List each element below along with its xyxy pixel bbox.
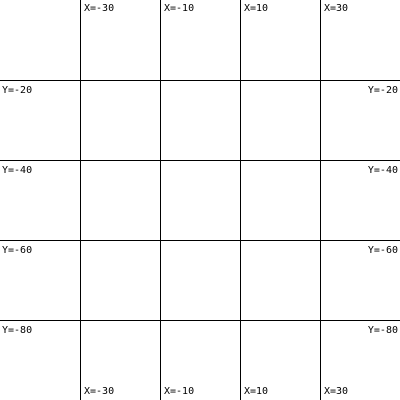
x-label-bottom: X=10 <box>244 386 269 397</box>
grid-line-horizontal <box>0 80 400 81</box>
y-label-right: Y=-40 <box>367 165 398 176</box>
y-label-right: Y=-80 <box>367 325 398 336</box>
y-label-right: Y=-60 <box>367 245 398 256</box>
x-label-top: X=-30 <box>84 3 115 14</box>
x-label-top: X=30 <box>324 3 349 14</box>
y-label-left: Y=-40 <box>2 165 33 176</box>
x-label-bottom: X=30 <box>324 386 349 397</box>
x-label-top: X=-10 <box>164 3 195 14</box>
grid-line-vertical <box>320 0 321 400</box>
y-label-left: Y=-80 <box>2 325 33 336</box>
grid-line-vertical <box>80 0 81 400</box>
grid-line-horizontal <box>0 240 400 241</box>
grid-line-vertical <box>160 0 161 400</box>
x-label-top: X=10 <box>244 3 269 14</box>
grid-line-vertical <box>240 0 241 400</box>
grid-line-horizontal <box>0 320 400 321</box>
y-label-left: Y=-20 <box>2 85 33 96</box>
grid-line-horizontal <box>0 160 400 161</box>
y-label-right: Y=-20 <box>367 85 398 96</box>
x-label-bottom: X=-30 <box>84 386 115 397</box>
y-label-left: Y=-60 <box>2 245 33 256</box>
coordinate-grid[interactable]: X=-30 X=-10 X=10 X=30 X=-30 X=-10 X=10 X… <box>0 0 400 400</box>
x-label-bottom: X=-10 <box>164 386 195 397</box>
